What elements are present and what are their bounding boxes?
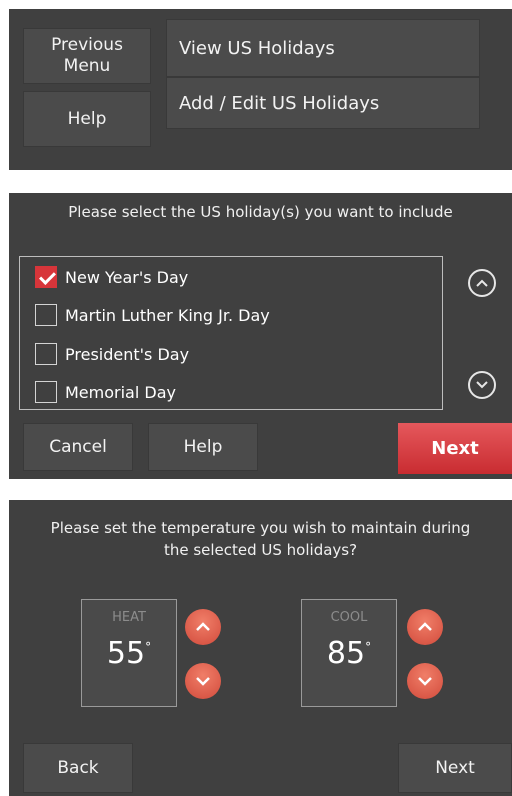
holiday-item-presidents-day[interactable]: President's Day (35, 341, 189, 367)
cool-label: COOL (330, 610, 368, 625)
holiday-item-mlk-day[interactable]: Martin Luther King Jr. Day (35, 302, 270, 328)
cool-down-arrow-icon[interactable] (407, 663, 443, 699)
help-button[interactable]: Help (148, 423, 258, 471)
heat-down-arrow-icon[interactable] (185, 663, 221, 699)
cool-setpoint-display: COOL 85° (301, 599, 397, 707)
view-us-holidays-button[interactable]: View US Holidays (166, 19, 480, 77)
heat-value: 55° (106, 636, 152, 671)
cool-up-arrow-icon[interactable] (407, 609, 443, 645)
holiday-list: New Year's Day Martin Luther King Jr. Da… (19, 256, 443, 410)
cancel-button[interactable]: Cancel (23, 423, 133, 471)
previous-menu-button[interactable]: Previous Menu (23, 28, 151, 84)
temperature-prompt-line-1: Please set the temperature you wish to m… (50, 519, 471, 537)
holiday-item-label: President's Day (65, 344, 190, 364)
checkbox-checked-icon[interactable] (35, 266, 57, 288)
next-button[interactable]: Next (398, 423, 512, 474)
heat-label: HEAT (112, 610, 146, 625)
heat-setpoint-display: HEAT 55° (81, 599, 177, 707)
heat-up-arrow-icon[interactable] (185, 609, 221, 645)
holiday-menu-screen: Previous Menu Help View US Holidays Add /… (9, 9, 512, 170)
holiday-item-memorial-day[interactable]: Memorial Day (35, 379, 176, 405)
holiday-select-prompt: Please select the US holiday(s) you want… (68, 203, 453, 221)
holiday-temperature-screen: Please set the temperature you wish to m… (9, 500, 512, 796)
add-edit-us-holidays-button[interactable]: Add / Edit US Holidays (166, 77, 480, 129)
help-button[interactable]: Help (23, 91, 151, 147)
back-button[interactable]: Back (23, 743, 133, 793)
scroll-down-icon[interactable] (468, 371, 496, 399)
scroll-up-icon[interactable] (468, 269, 496, 297)
checkbox-icon[interactable] (35, 343, 57, 365)
holiday-item-label: Memorial Day (65, 382, 176, 402)
holiday-item-new-years-day[interactable]: New Year's Day (35, 264, 188, 290)
holiday-item-label: Martin Luther King Jr. Day (65, 305, 270, 325)
holiday-select-screen: Please select the US holiday(s) you want… (9, 193, 512, 479)
cool-value: 85° (326, 636, 372, 671)
next-button[interactable]: Next (398, 743, 512, 793)
checkbox-icon[interactable] (35, 381, 57, 403)
checkbox-icon[interactable] (35, 304, 57, 326)
holiday-item-label: New Year's Day (65, 267, 189, 287)
temperature-prompt-line-2: the selected US holidays? (163, 541, 358, 559)
